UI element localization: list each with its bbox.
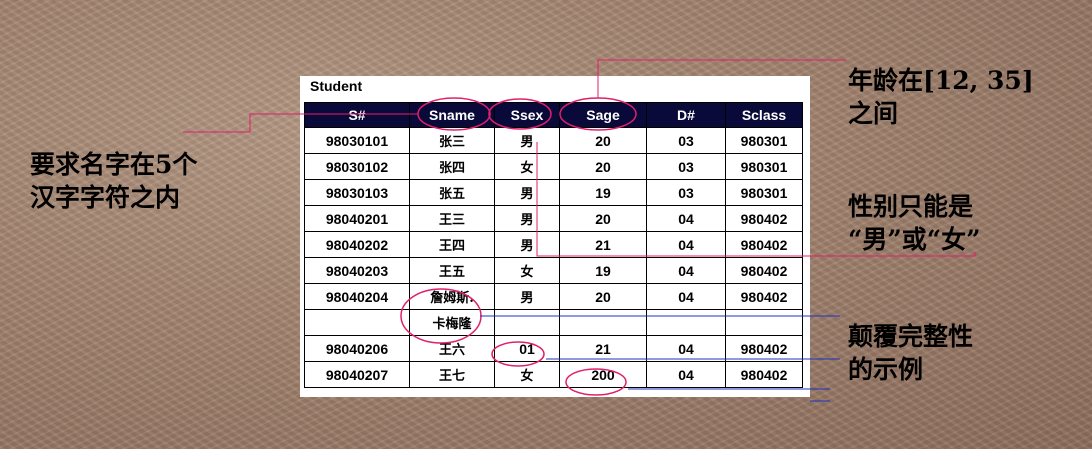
highlight-invalid-age <box>565 368 627 396</box>
highlight-long-name <box>400 288 482 344</box>
highlight-sname-header <box>417 97 491 131</box>
highlight-invalid-sex <box>491 341 545 367</box>
highlight-sage-header <box>559 97 637 131</box>
annotation-overlay <box>183 59 976 402</box>
highlight-ssex-header <box>488 98 552 130</box>
connector-name-rule <box>183 113 418 133</box>
connector-sex-rule <box>536 142 976 257</box>
connector-age-rule <box>597 59 846 98</box>
